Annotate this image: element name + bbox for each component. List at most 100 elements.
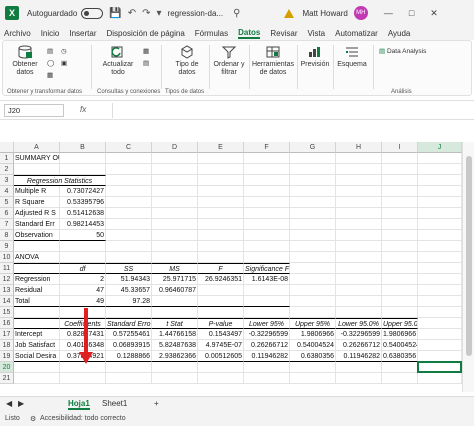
row-header-19[interactable]: 19 xyxy=(0,351,14,362)
cell-g9[interactable] xyxy=(290,241,336,252)
cell-b4[interactable]: 0.73072427 xyxy=(60,186,106,197)
cell-h19[interactable]: 0.11946282 xyxy=(336,351,382,362)
cell-e8[interactable] xyxy=(198,230,244,241)
cell-i7[interactable] xyxy=(382,219,418,230)
tab-hoja1[interactable]: Hoja1 xyxy=(68,399,90,410)
cell-f2[interactable] xyxy=(244,164,290,175)
cell-b14[interactable]: 49 xyxy=(60,296,106,307)
cell-g18[interactable]: 0.54004524 xyxy=(290,340,336,351)
accessibility-status[interactable]: Accesibilidad: todo correcto xyxy=(40,415,126,422)
cell-g16[interactable]: Upper 95% xyxy=(290,318,336,329)
row-header-20[interactable]: 20 xyxy=(0,362,14,373)
cell-f12[interactable]: 1.6143E-08 xyxy=(244,274,290,285)
cell-g5[interactable] xyxy=(290,197,336,208)
file-name[interactable]: regression-da... xyxy=(168,9,224,18)
cell-g3[interactable] xyxy=(290,175,336,186)
cell-g7[interactable] xyxy=(290,219,336,230)
cell-g4[interactable] xyxy=(290,186,336,197)
cell-a10[interactable]: ANOVA xyxy=(14,252,60,263)
cell-d5[interactable] xyxy=(152,197,198,208)
cell-c2[interactable] xyxy=(106,164,152,175)
cell-c8[interactable] xyxy=(106,230,152,241)
cell-c18[interactable]: 0.06893915 xyxy=(106,340,152,351)
column-header-i[interactable]: I xyxy=(382,142,418,153)
cell-c21[interactable] xyxy=(106,373,152,384)
cell-a2[interactable] xyxy=(14,164,60,175)
cell-f5[interactable] xyxy=(244,197,290,208)
cell-h12[interactable] xyxy=(336,274,382,285)
cell-g17[interactable]: 1.9806966 xyxy=(290,329,336,340)
menu-tab-1[interactable]: Inicio xyxy=(41,29,60,38)
cell-b13[interactable]: 47 xyxy=(60,285,106,296)
row-header-2[interactable]: 2 xyxy=(0,164,14,175)
autosave-toggle[interactable] xyxy=(81,7,104,19)
row-header-8[interactable]: 8 xyxy=(0,230,14,241)
cell-i20[interactable] xyxy=(382,362,418,373)
cell-h2[interactable] xyxy=(336,164,382,175)
cell-f16[interactable]: Lower 95% xyxy=(244,318,290,329)
esquema-button[interactable]: Esquema xyxy=(335,45,369,69)
from-table-icon[interactable]: ▦ xyxy=(47,71,53,79)
cell-f4[interactable] xyxy=(244,186,290,197)
cell-j11[interactable] xyxy=(418,263,462,274)
cell-d11[interactable]: MS xyxy=(152,263,198,274)
cell-d8[interactable] xyxy=(152,230,198,241)
cell-b11[interactable]: df xyxy=(60,263,106,274)
cell-h10[interactable] xyxy=(336,252,382,263)
cell-j7[interactable] xyxy=(418,219,462,230)
cell-c10[interactable] xyxy=(106,252,152,263)
cell-g12[interactable] xyxy=(290,274,336,285)
cell-d13[interactable]: 0.96460787 xyxy=(152,285,198,296)
cell-c1[interactable] xyxy=(106,153,152,164)
herramientas-datos-button[interactable]: Herramientas de datos xyxy=(251,45,295,77)
cell-a18[interactable]: Job Satisfact xyxy=(14,340,60,351)
cell-e7[interactable] xyxy=(198,219,244,230)
cell-f10[interactable] xyxy=(244,252,290,263)
cell-e17[interactable]: 0.1543497 xyxy=(198,329,244,340)
cell-b1[interactable] xyxy=(60,153,106,164)
cell-g6[interactable] xyxy=(290,208,336,219)
cell-b15[interactable] xyxy=(60,307,106,318)
row-header-18[interactable]: 18 xyxy=(0,340,14,351)
cell-j3[interactable] xyxy=(418,175,462,186)
prevision-button[interactable]: Previsión xyxy=(299,45,331,69)
cell-c12[interactable]: 51.94343 xyxy=(106,274,152,285)
cell-g20[interactable] xyxy=(290,362,336,373)
cell-a20[interactable] xyxy=(14,362,60,373)
name-box[interactable]: J20 xyxy=(4,104,64,117)
cell-e5[interactable] xyxy=(198,197,244,208)
cell-i21[interactable] xyxy=(382,373,418,384)
cell-j16[interactable] xyxy=(418,318,462,329)
search-icon[interactable]: ⚲ xyxy=(233,8,240,19)
customize-quick-access-icon[interactable]: ▾ xyxy=(157,8,162,19)
cell-h3[interactable] xyxy=(336,175,382,186)
cell-h4[interactable] xyxy=(336,186,382,197)
cell-a3[interactable]: Regression Statistics xyxy=(14,175,106,186)
cell-b21[interactable] xyxy=(60,373,106,384)
column-header-a[interactable]: A xyxy=(14,142,60,153)
cell-j13[interactable] xyxy=(418,285,462,296)
cell-j9[interactable] xyxy=(418,241,462,252)
ordenar-filtrar-button[interactable]: Ordenar y filtrar xyxy=(211,45,247,77)
cell-d2[interactable] xyxy=(152,164,198,175)
cell-g21[interactable] xyxy=(290,373,336,384)
cell-i17[interactable]: 1.9806966 xyxy=(382,329,418,340)
cell-i18[interactable]: 0.54004524 xyxy=(382,340,418,351)
column-header-f[interactable]: F xyxy=(244,142,290,153)
cell-f21[interactable] xyxy=(244,373,290,384)
cell-b10[interactable] xyxy=(60,252,106,263)
cell-e6[interactable] xyxy=(198,208,244,219)
fx-label[interactable]: fx xyxy=(80,105,86,114)
cell-i13[interactable] xyxy=(382,285,418,296)
cell-e1[interactable] xyxy=(198,153,244,164)
cell-d10[interactable] xyxy=(152,252,198,263)
cell-d12[interactable]: 25.971715 xyxy=(152,274,198,285)
cell-e3[interactable] xyxy=(198,175,244,186)
cell-i11[interactable] xyxy=(382,263,418,274)
cell-d3[interactable] xyxy=(152,175,198,186)
column-header-e[interactable]: E xyxy=(198,142,244,153)
cell-f17[interactable]: -0.32296599 xyxy=(244,329,290,340)
cell-c5[interactable] xyxy=(106,197,152,208)
cell-d20[interactable] xyxy=(152,362,198,373)
cell-c7[interactable] xyxy=(106,219,152,230)
